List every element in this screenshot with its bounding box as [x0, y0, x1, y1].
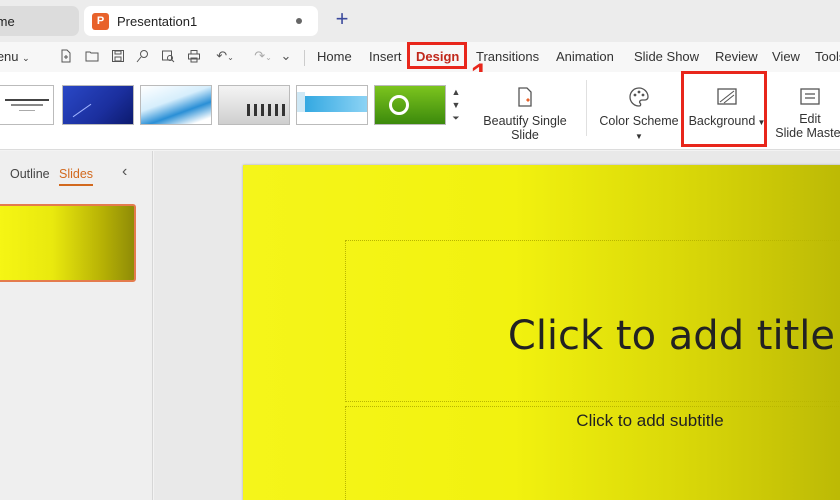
save-icon[interactable] [110, 47, 126, 65]
undo-icon[interactable]: ↶⌄ [212, 47, 238, 65]
beautify-single-slide-button[interactable]: Beautify Single Slide [470, 86, 580, 142]
redo-icon[interactable]: ↷⌄ [250, 47, 276, 65]
main-menu-button[interactable]: Menu ⌄ [0, 47, 30, 67]
tab-home[interactable]: Home [0, 6, 79, 36]
title-bar: Home P Presentation1 + [0, 0, 840, 42]
theme-thumbnail-5[interactable] [296, 85, 368, 125]
tab-slides[interactable]: Slides [59, 167, 94, 186]
print-preview-icon[interactable] [160, 47, 176, 65]
theme-thumbnail-4[interactable] [218, 85, 290, 125]
current-slide[interactable]: Click to add title Click to add subtitle [243, 165, 840, 500]
unsaved-dot-icon[interactable] [296, 18, 302, 24]
design-highlight-box [407, 42, 467, 69]
theme-thumbnail-1[interactable] [0, 85, 54, 125]
chevron-down-icon: ▼ [635, 132, 643, 141]
background-highlight-box [681, 71, 767, 147]
menu-slide-show[interactable]: Slide Show [634, 47, 699, 67]
new-file-icon[interactable] [58, 47, 74, 65]
gallery-more-icon[interactable]: ⏷ [449, 112, 463, 125]
edit-master-label-2: Slide Master [775, 126, 840, 140]
slide-master-icon [800, 88, 820, 105]
subtitle-placeholder[interactable]: Click to add subtitle [345, 406, 840, 500]
edit-master-label-1: Edit [799, 112, 821, 126]
presentation-app-icon: P [92, 12, 109, 30]
more-commands-chevron-icon[interactable]: ⌄ [278, 47, 294, 65]
slide-editing-canvas: Click to add title Click to add subtitle [154, 151, 840, 500]
gallery-up-icon[interactable]: ▲ [449, 86, 463, 99]
menu-home[interactable]: Home [317, 47, 352, 67]
tab-home-label: Home [0, 13, 15, 29]
theme-thumbnail-6[interactable] [374, 85, 446, 125]
new-tab-plus-icon[interactable]: + [332, 8, 352, 32]
slide-thumbnail-1[interactable] [0, 204, 136, 282]
menu-animation[interactable]: Animation [556, 47, 614, 67]
title-placeholder-text: Click to add title [507, 313, 835, 359]
menu-view[interactable]: View [772, 47, 800, 67]
color-scheme-label: Color Scheme [599, 114, 679, 128]
tab-presentation[interactable]: P Presentation1 [84, 6, 318, 36]
gallery-down-icon[interactable]: ▼ [449, 99, 463, 112]
open-folder-icon[interactable] [84, 47, 100, 65]
subtitle-placeholder-text: Click to add subtitle [576, 411, 724, 430]
theme-thumbnail-3[interactable] [140, 85, 212, 125]
menu-tools[interactable]: Tools [815, 47, 840, 67]
menu-insert[interactable]: Insert [369, 47, 402, 67]
edit-slide-master-button[interactable]: Edit Slide Master [772, 86, 840, 140]
ribbon-divider [586, 80, 587, 136]
collapse-pane-chevron-left-icon[interactable]: ‹ [122, 163, 127, 181]
title-placeholder[interactable]: Click to add title [345, 240, 840, 402]
color-scheme-button[interactable]: Color Scheme ▼ [596, 86, 682, 142]
beautify-label: Beautify Single Slide [483, 114, 567, 142]
gallery-scroll[interactable]: ▲ ▼ ⏷ [449, 86, 463, 132]
main-menu-label: Menu [0, 49, 19, 64]
menu-divider [304, 50, 305, 66]
print-icon[interactable] [186, 47, 202, 65]
menu-review[interactable]: Review [715, 47, 758, 67]
tab-presentation-label: Presentation1 [117, 13, 198, 29]
beautify-slide-icon [518, 87, 532, 107]
export-icon[interactable] [135, 47, 151, 65]
tab-outline[interactable]: Outline [10, 167, 50, 181]
palette-icon [629, 87, 649, 107]
slides-pane: Outline Slides ‹ [0, 151, 153, 500]
chevron-down-icon: ⌄ [22, 53, 30, 63]
theme-thumbnail-2[interactable] [62, 85, 134, 125]
